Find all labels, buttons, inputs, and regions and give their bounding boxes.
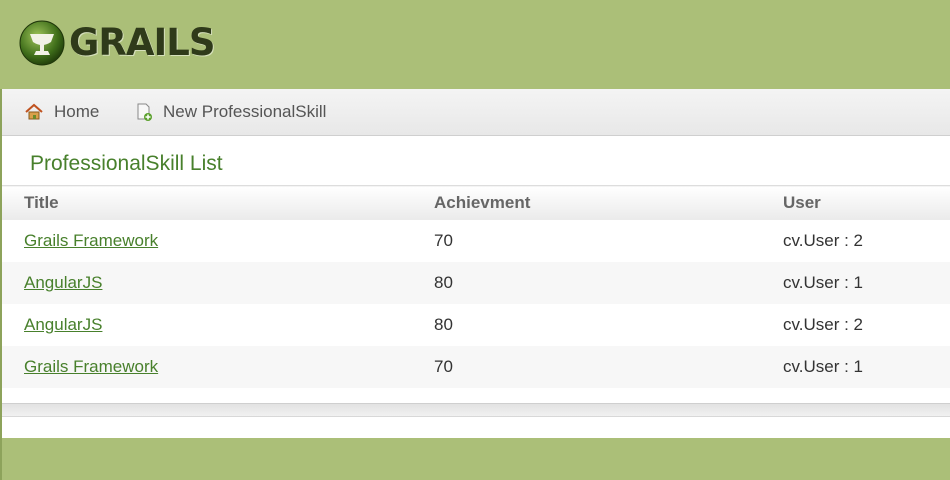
nav-home-label: Home	[54, 102, 100, 121]
user-cell: cv.User : 1	[783, 346, 950, 388]
content-area: ProfessionalSkill List Title Achievment …	[2, 136, 950, 438]
skill-title-link[interactable]: Grails Framework	[24, 231, 158, 250]
column-header-title[interactable]: Title	[2, 185, 434, 220]
skill-title-link[interactable]: AngularJS	[24, 273, 102, 292]
skill-title-link[interactable]: Grails Framework	[24, 357, 158, 376]
user-cell: cv.User : 1	[783, 262, 950, 304]
nav-home-link[interactable]: Home	[24, 89, 99, 135]
achievment-cell: 80	[434, 262, 783, 304]
grails-logo[interactable]: GRAILS	[19, 18, 215, 68]
home-icon	[25, 103, 43, 120]
title-cell: AngularJS	[2, 262, 434, 304]
nav-new-professionalskill-link[interactable]: New ProfessionalSkill	[135, 89, 326, 135]
title-cell: AngularJS	[2, 304, 434, 346]
user-cell: cv.User : 2	[783, 231, 863, 250]
pagination-bar	[2, 403, 950, 417]
achievment-cell: 70	[434, 346, 783, 388]
table-row: AngularJS 80 cv.User : 2	[2, 304, 950, 346]
achievment-cell: 70	[434, 231, 453, 250]
nav-bar: Home New ProfessionalSkill	[2, 89, 950, 136]
table-row: AngularJS 80 cv.User : 1	[2, 262, 950, 304]
table-row: Grails Framework 70 cv.User : 2	[2, 220, 950, 262]
title-cell: Grails Framework	[2, 346, 434, 388]
achievment-cell: 80	[434, 315, 453, 334]
table-header-row: Title Achievment User	[2, 185, 950, 220]
table-row: Grails Framework 70 cv.User : 1	[2, 346, 950, 388]
logo-text: GRAILS	[69, 21, 215, 64]
nav-new-label: New ProfessionalSkill	[163, 102, 327, 121]
title-cell: Grails Framework	[2, 220, 434, 262]
new-document-icon	[137, 103, 152, 121]
grails-cup-icon	[19, 20, 65, 66]
page-title: ProfessionalSkill List	[30, 152, 223, 175]
professionalskill-table: Title Achievment User Grails Framework 7…	[2, 185, 950, 388]
header: GRAILS	[0, 0, 950, 89]
skill-title-link[interactable]: AngularJS	[24, 315, 102, 334]
footer	[2, 438, 950, 480]
column-header-user[interactable]: User	[783, 185, 950, 220]
user-cell: cv.User : 2	[783, 315, 863, 334]
column-header-achievment[interactable]: Achievment	[434, 185, 783, 220]
